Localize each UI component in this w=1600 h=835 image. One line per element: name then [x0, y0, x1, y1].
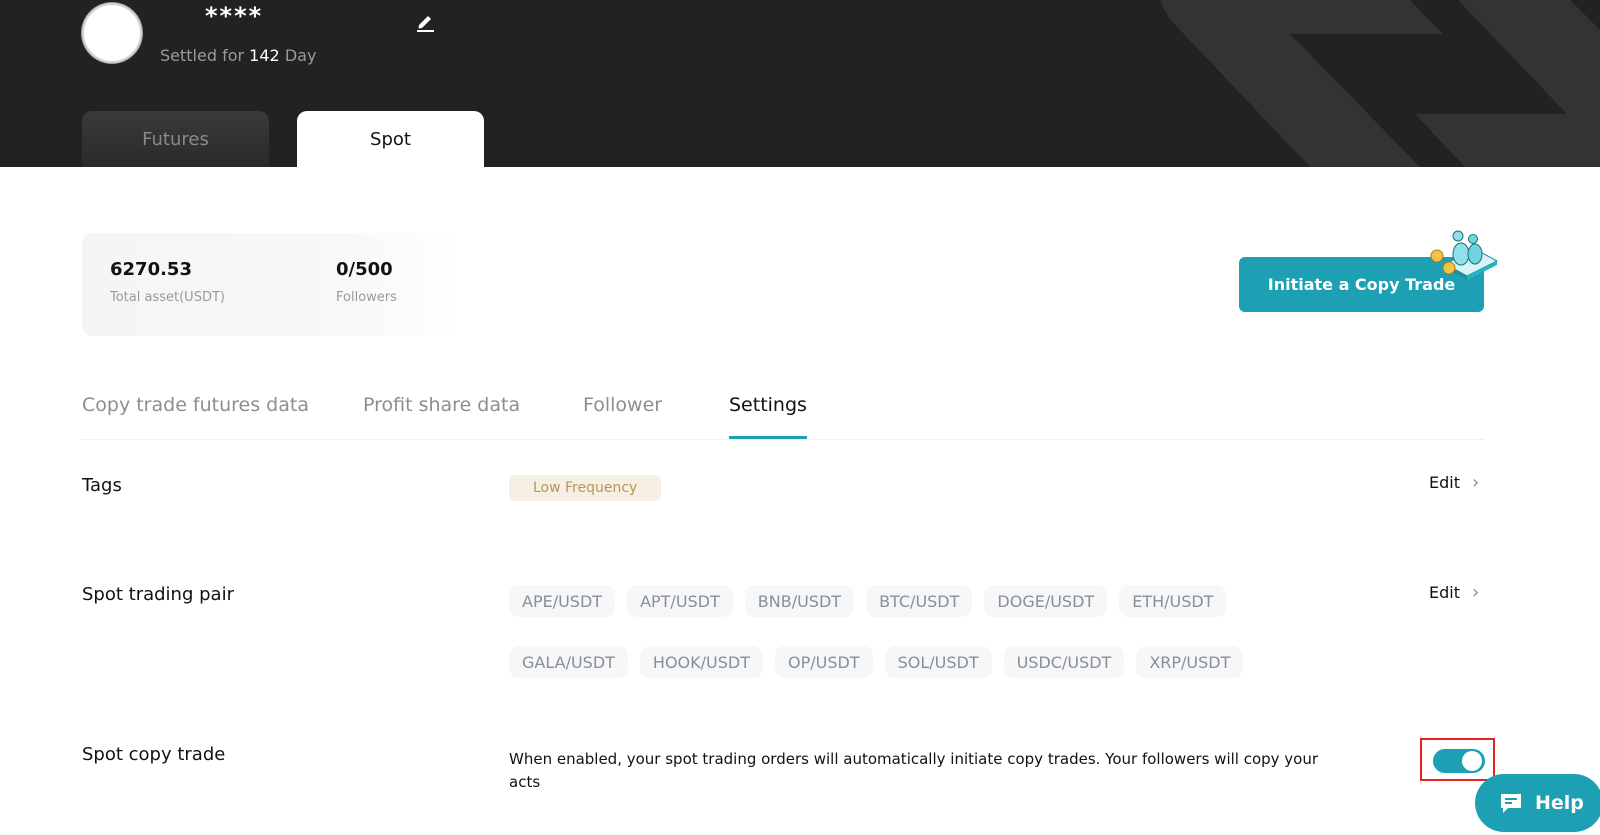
spot-trading-pair-label: Spot trading pair [82, 584, 234, 605]
subtab-profit-share-data[interactable]: Profit share data [363, 394, 520, 416]
settled-days: 142 [249, 46, 280, 65]
copy-trade-illustration-icon [1430, 230, 1499, 280]
asset-summary-card: 6270.53 Total asset(USDT) 0/500 Follower… [82, 233, 462, 336]
spot-copy-trade-label: Spot copy trade [82, 744, 226, 765]
total-asset-label: Total asset(USDT) [110, 290, 225, 305]
followers-value: 0/500 [336, 259, 393, 280]
tag-low-frequency: Low Frequency [509, 475, 662, 501]
trading-pair-chip: USDC/USDT [1003, 646, 1125, 678]
settings-subtabs: Copy trade futures data Profit share dat… [82, 388, 1484, 440]
subtab-copy-trade-futures-data[interactable]: Copy trade futures data [82, 394, 309, 416]
settled-suffix: Day [284, 46, 317, 65]
subtab-settings[interactable]: Settings [729, 394, 807, 439]
edit-trading-pairs-link[interactable]: Edit › [1429, 582, 1479, 603]
chat-icon [1501, 794, 1521, 813]
avatar [82, 3, 142, 63]
tags-label: Tags [82, 475, 122, 496]
tab-spot[interactable]: Spot [297, 111, 484, 167]
toggle-highlight-box [1420, 738, 1495, 781]
trading-pair-chip: XRP/USDT [1136, 646, 1244, 678]
spot-copy-trade-description: When enabled, your spot trading orders w… [509, 750, 1319, 791]
trading-pair-chip: BNB/USDT [744, 585, 855, 617]
trading-pair-chip: OP/USDT [774, 646, 873, 678]
followers-stat: 0/500 Followers [336, 259, 397, 305]
help-label: Help [1535, 792, 1584, 814]
trading-pair-chip: SOL/USDT [884, 646, 992, 678]
trading-pair-chip: GALA/USDT [509, 646, 628, 678]
settled-prefix: Settled for [160, 46, 245, 65]
toggle-knob [1462, 751, 1482, 771]
subtab-follower[interactable]: Follower [583, 394, 662, 416]
trading-pair-chip: DOGE/USDT [984, 585, 1108, 617]
tab-futures[interactable]: Futures [82, 111, 269, 167]
trading-pair-chip: ETH/USDT [1119, 585, 1227, 617]
settled-duration: Settled for 142 Day [160, 46, 316, 65]
profile-header: **** Settled for 142 Day Futures Spot [0, 0, 1600, 167]
edit-tags-label: Edit [1429, 473, 1460, 492]
chevron-right-icon: › [1471, 472, 1480, 493]
trading-pair-chip: BTC/USDT [866, 585, 973, 617]
total-asset-value: 6270.53 [110, 259, 192, 280]
trading-pair-chip: HOOK/USDT [639, 646, 763, 678]
edit-pencil-icon[interactable] [413, 9, 437, 33]
help-button[interactable]: Help [1475, 774, 1600, 832]
trading-pair-chip: APT/USDT [627, 585, 733, 617]
followers-label: Followers [336, 290, 397, 305]
edit-tags-link[interactable]: Edit › [1429, 472, 1479, 493]
trading-pair-chip: APE/USDT [509, 585, 616, 617]
total-asset-stat: 6270.53 Total asset(USDT) [110, 259, 225, 305]
trading-pair-list: APE/USDT APT/USDT BNB/USDT BTC/USDT DOGE… [509, 585, 1349, 678]
edit-trading-pairs-label: Edit [1429, 583, 1460, 602]
chevron-right-icon: › [1471, 582, 1480, 603]
spot-copy-trade-toggle[interactable] [1433, 749, 1485, 773]
nickname: **** [205, 2, 264, 30]
